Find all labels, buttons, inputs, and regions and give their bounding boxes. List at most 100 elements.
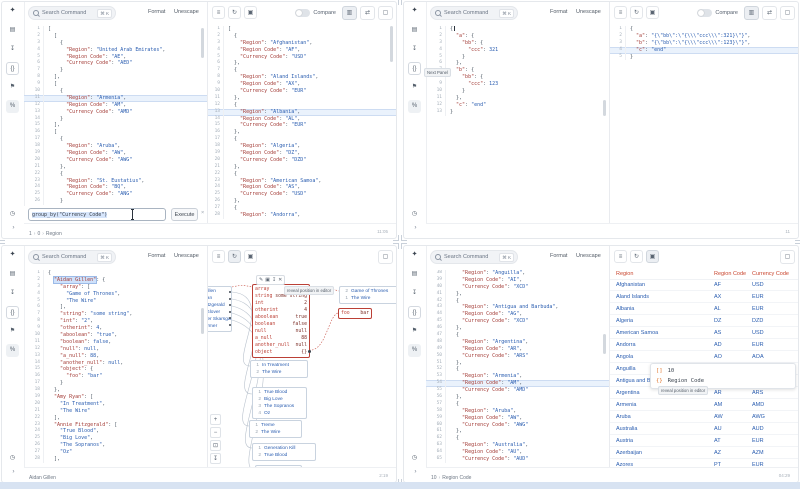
table-row[interactable]: Afghanistan AF USD xyxy=(610,279,798,291)
code-line[interactable]: 16 "foo": "bar" xyxy=(24,373,207,381)
code-line[interactable]: 1[ xyxy=(208,26,396,33)
refresh-icon[interactable]: ↻ xyxy=(630,250,643,263)
array-node-alexander-skarsgard[interactable]: 1 Generation Kill 2 True Blood xyxy=(252,443,316,461)
array-node-amy-ryan[interactable]: 1 In Treatment 2 The Wire xyxy=(250,360,308,378)
table-row[interactable]: American Samoa AS USD xyxy=(610,327,798,339)
code-line[interactable]: 41 }, xyxy=(426,290,609,298)
table-row[interactable]: Armenia AM AMD xyxy=(610,399,798,411)
code-line[interactable]: 12 { xyxy=(208,101,396,109)
code-line[interactable]: 27 "Oz" xyxy=(24,449,207,457)
close-icon[interactable]: ✕ xyxy=(278,277,282,283)
search-command-input[interactable]: Search Command ⌘ K xyxy=(430,6,518,20)
code-line[interactable]: 44 "Region Code": "AG", xyxy=(426,311,609,319)
breadcrumb[interactable]: 1 › 0 › Region xyxy=(29,222,62,238)
unescape-button[interactable]: Unescape xyxy=(576,253,601,259)
code-line[interactable]: 63 "Region": "Australia", xyxy=(426,442,609,450)
code-line[interactable]: 47 { xyxy=(426,332,609,339)
transform-icon[interactable]: % xyxy=(6,100,19,113)
code-line[interactable]: 18 "Region": "Aruba", xyxy=(24,143,207,151)
code-line[interactable]: 23 "Region": "St. Eustatius", xyxy=(24,177,207,185)
code-line[interactable]: 42 { xyxy=(426,297,609,305)
array-node-aidan-array[interactable]: 2 Game of Thrones 1 The Wire xyxy=(339,286,396,304)
popup-item[interactable]: [] 10 xyxy=(656,366,790,376)
code-line[interactable]: 6 "Currency Code": "AED" xyxy=(24,60,207,68)
table-row[interactable]: Australia AU AUD xyxy=(610,423,798,435)
code-line[interactable]: 4 "Region Code": "AF", xyxy=(208,46,396,54)
column-header[interactable]: Region Code xyxy=(714,271,752,277)
table-row[interactable]: Aland Islands AX EUR xyxy=(610,291,798,303)
code-line[interactable]: 3 "bb": { xyxy=(426,39,609,47)
code-line[interactable]: 57 { xyxy=(426,400,609,408)
code-line[interactable]: 2 { xyxy=(208,32,396,40)
copy-icon[interactable]: ▣ xyxy=(646,6,659,19)
save-icon[interactable]: ↧ xyxy=(272,277,276,283)
code-line[interactable]: 15 "Currency Code": "EUR" xyxy=(208,122,396,130)
code-line[interactable]: 16 [ xyxy=(24,129,207,137)
code-line[interactable]: 5} xyxy=(610,53,798,61)
code-line[interactable]: 5 } xyxy=(426,53,609,61)
format-button[interactable]: Format xyxy=(148,9,165,15)
breadcrumb-segment[interactable]: Region xyxy=(46,231,62,237)
table-row[interactable]: Azerbaijan AZ AZM xyxy=(610,447,798,459)
code-line[interactable]: 10 "Currency Code": "EUR" xyxy=(208,88,396,95)
breadcrumb[interactable]: Aidan Gillen xyxy=(29,466,56,482)
code-line[interactable]: 6 }, xyxy=(426,60,609,68)
zoom-out-icon[interactable]: − xyxy=(210,427,221,438)
code-line[interactable]: 28 "Region": "Andorra", xyxy=(208,212,396,219)
code-line[interactable]: 8 "int": "2", xyxy=(24,318,207,326)
refresh-icon[interactable]: ↻ xyxy=(630,6,643,19)
code-line[interactable]: 21 "The Wire" xyxy=(24,407,207,415)
code-line[interactable]: 7 "string": "some string", xyxy=(24,311,207,319)
copy-icon[interactable]: ▣ xyxy=(265,277,270,283)
breadcrumb-segment[interactable]: Aidan Gillen xyxy=(29,475,56,481)
fullscreen-icon[interactable]: ▢ xyxy=(780,5,795,20)
code-line[interactable]: 48 "Region": "Argentina", xyxy=(426,338,609,346)
history-icon[interactable]: ◷ xyxy=(408,452,421,465)
code-line[interactable]: 3 { xyxy=(24,39,207,47)
code-line[interactable]: 22 { xyxy=(208,170,396,178)
collapse-icon[interactable]: › xyxy=(409,466,422,479)
breadcrumb-segment[interactable]: Region Code xyxy=(442,475,471,481)
code-line[interactable]: 2 "Aidan Gillen": { xyxy=(24,275,207,284)
code-line[interactable]: 19 "Region Code": "DZ", xyxy=(208,150,396,157)
code-line[interactable]: 24 "True Blood", xyxy=(24,428,207,436)
code-line[interactable]: 22 { xyxy=(24,170,207,178)
code-line[interactable]: 2 [ xyxy=(24,32,207,40)
code-line[interactable]: 58 "Region": "Aruba", xyxy=(426,407,609,415)
code-line[interactable]: 26 }, xyxy=(208,198,396,206)
code-line[interactable]: 46 }, xyxy=(426,325,609,333)
code-line[interactable]: 28 ], xyxy=(24,456,207,463)
code-line[interactable]: 4 "ccc": 321 xyxy=(426,46,609,54)
code-line[interactable]: 25 "Big Love", xyxy=(24,435,207,443)
chart-icon[interactable]: ▥ xyxy=(744,5,759,20)
code-line[interactable]: 39 "Region Code": "AI", xyxy=(426,276,609,284)
breadcrumb-segment[interactable]: 10 xyxy=(431,475,437,481)
code-editor[interactable]: 1[2 [3 {4 "Region": "United Arab Emirate… xyxy=(24,26,207,206)
code-line[interactable]: 11 "Region": "Armenia", xyxy=(24,94,207,102)
code-line[interactable]: 13 "Region": "Albania", xyxy=(208,108,396,116)
code-line[interactable]: 40 "Currency Code": "XCD" xyxy=(426,283,609,291)
close-icon[interactable]: × xyxy=(201,210,204,216)
sort-icon[interactable]: ≡ xyxy=(614,6,627,19)
execute-button[interactable]: Execute xyxy=(171,208,198,221)
code-line[interactable]: 1{ xyxy=(610,26,798,33)
result-code[interactable]: 1[2 {3 "Region": "Afghanistan", 4 "Region… xyxy=(208,26,396,224)
compare-toggle[interactable] xyxy=(295,8,311,17)
code-line[interactable]: 7 } xyxy=(24,67,207,75)
code-line[interactable]: 14 } xyxy=(24,115,207,123)
code-line[interactable]: 50 "Currency Code": "ARS" xyxy=(426,352,609,360)
scrollbar-thumb[interactable] xyxy=(390,26,393,62)
code-line[interactable]: 26 } xyxy=(24,198,207,206)
code-line[interactable]: 23 "Annie Fitzgerald": [ xyxy=(24,421,207,429)
code-editor[interactable]: 38 "Region": "Anguilla", 39 "Region Code"… xyxy=(426,270,609,468)
code-line[interactable]: 20 "In Treatment", xyxy=(24,400,207,408)
code-line[interactable]: 2 "a": "{\"bb\":\"{\\\"ccc\\\":321}\"}", xyxy=(610,32,798,40)
code-line[interactable]: 14 "Region Code": "AL", xyxy=(208,115,396,123)
code-line[interactable]: 45 "Currency Code": "XCD" xyxy=(426,318,609,326)
code-line[interactable]: 12 "Region Code": "AM", xyxy=(24,101,207,109)
code-line[interactable]: 18 }, xyxy=(24,387,207,395)
code-line[interactable]: 54 "Region Code": "AM", xyxy=(426,380,609,388)
edit-icon[interactable]: ✎ xyxy=(259,277,263,283)
collapse-icon[interactable]: › xyxy=(7,222,20,235)
code-line[interactable]: 21 }, xyxy=(24,163,207,171)
